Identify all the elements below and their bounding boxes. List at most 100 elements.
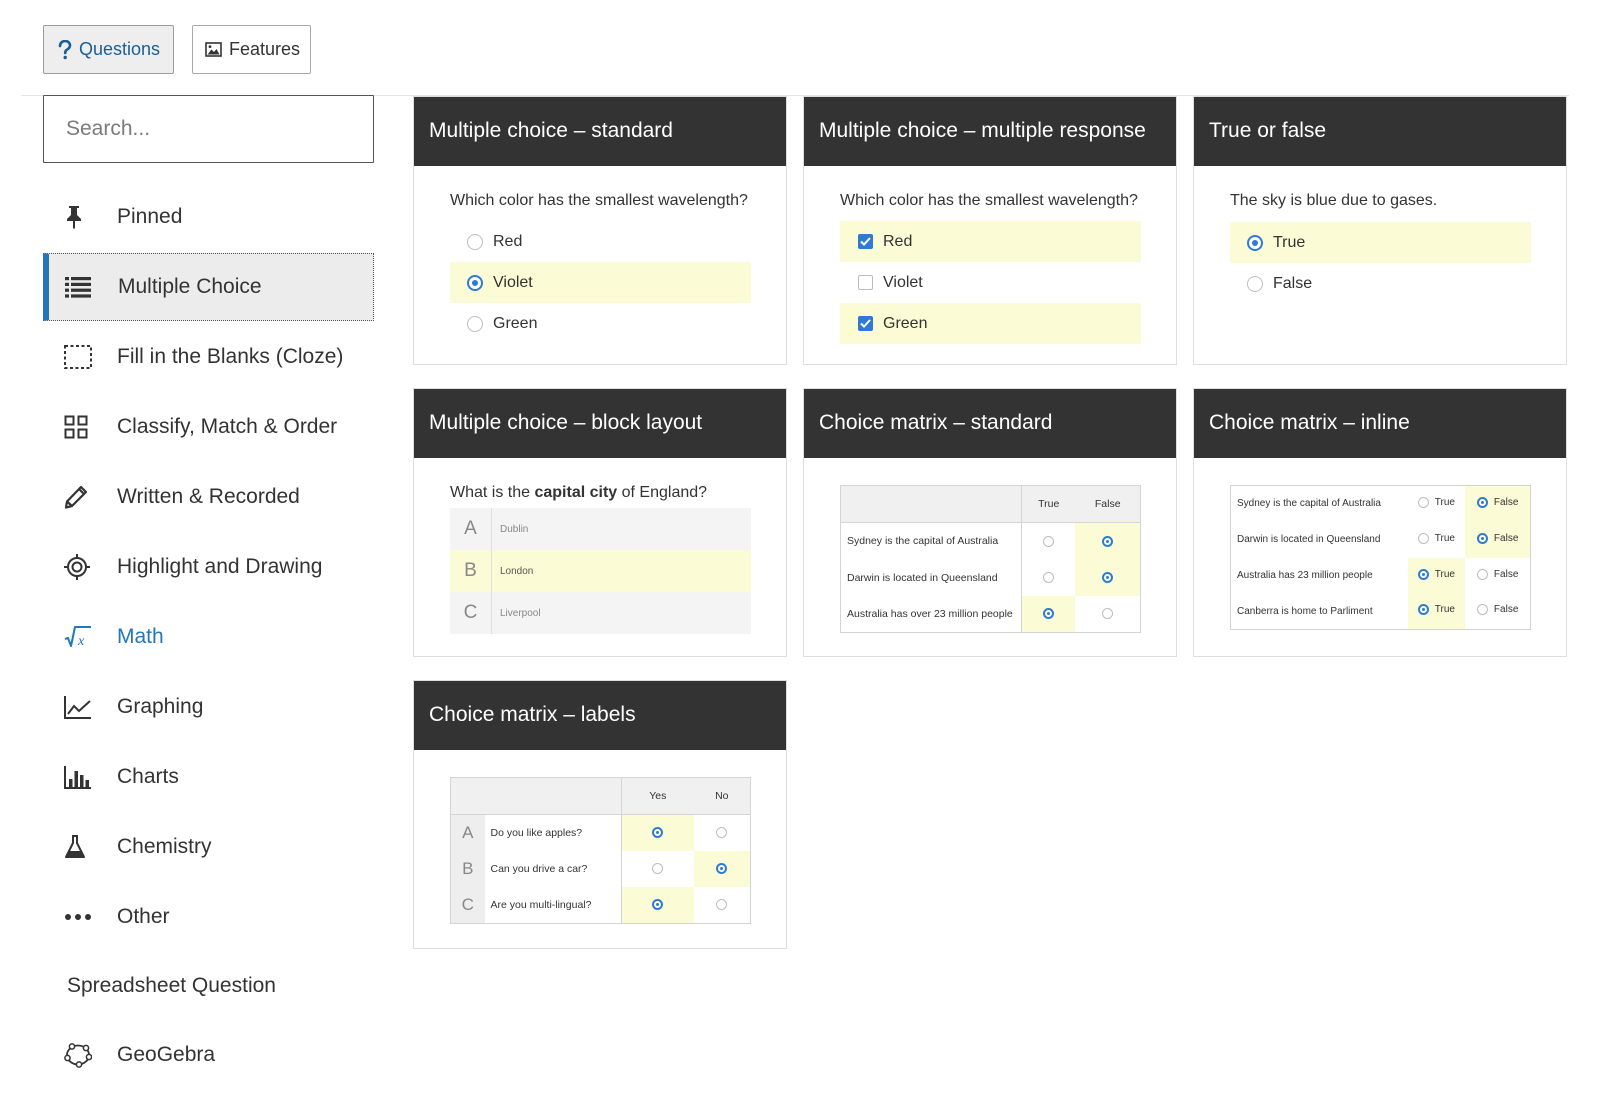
sidebar-item-label: Pinned <box>117 205 183 228</box>
card-mc-standard[interactable]: Multiple choice – standard Which color h… <box>413 96 787 365</box>
radio-selected-icon <box>1102 535 1114 547</box>
sidebar-item-label: Charts <box>117 765 179 788</box>
radio-icon <box>467 315 483 332</box>
card-choice-matrix-labels[interactable]: Choice matrix – labels Yes No A Do you l… <box>413 680 787 949</box>
matrix-cell[interactable] <box>1075 522 1141 560</box>
option-label: False <box>1493 532 1519 544</box>
table-row: C Are you multi-lingual? <box>450 886 751 924</box>
matrix-cell[interactable] <box>1022 523 1076 560</box>
option-false[interactable]: False <box>1230 263 1531 304</box>
radio-icon <box>1043 572 1055 584</box>
option-letter: A <box>450 508 492 550</box>
option-label: Red <box>493 232 523 250</box>
sidebar-item-other[interactable]: Other <box>43 883 374 951</box>
search-input[interactable] <box>43 95 374 163</box>
sidebar-item-pinned[interactable]: Pinned <box>43 183 374 251</box>
matrix-cell[interactable]: False <box>1465 521 1531 558</box>
features-tab-label: Features <box>229 39 301 59</box>
card-mc-multiple-response[interactable]: Multiple choice – multiple response Whic… <box>803 96 1177 365</box>
sidebar-item-graphing[interactable]: Graphing <box>43 673 374 741</box>
sidebar-item-label: Other <box>117 905 170 928</box>
matrix-column-header: Yes <box>649 790 667 802</box>
matrix-table: Sydney is the capital of Australia True … <box>1230 485 1531 630</box>
matrix-cell[interactable]: False <box>1465 558 1530 594</box>
card-mc-block-layout[interactable]: Multiple choice – block layout What is t… <box>413 388 787 657</box>
block-option-a[interactable]: A Dublin <box>450 508 751 550</box>
matrix-cell[interactable]: True <box>1407 557 1466 594</box>
matrix-statement: Sydney is the capital of Australia <box>840 522 1022 560</box>
sidebar-item-written-recorded[interactable]: Written & Recorded <box>43 463 374 531</box>
sidebar-item-label: Math <box>117 625 164 648</box>
matrix-statement: Do you like apples? <box>484 814 622 851</box>
matrix-cell[interactable] <box>1022 560 1076 596</box>
sidebar-item-charts[interactable]: Charts <box>43 743 374 811</box>
option-violet[interactable]: Violet <box>450 262 751 303</box>
matrix-cell[interactable] <box>1075 559 1141 596</box>
matrix-cell[interactable] <box>621 814 694 851</box>
card-choice-matrix-inline[interactable]: Choice matrix – inline Sydney is the cap… <box>1193 388 1567 657</box>
option-label: False <box>1493 604 1519 616</box>
card-choice-matrix-standard[interactable]: Choice matrix – standard True False Sydn… <box>803 388 1177 657</box>
table-row: B Can you drive a car? <box>450 850 751 887</box>
sidebar-item-label: Graphing <box>117 695 204 718</box>
card-true-false[interactable]: True or false The sky is blue due to gas… <box>1193 96 1567 365</box>
option-label: True <box>1434 532 1455 544</box>
sidebar-item-multiple-choice[interactable]: Multiple Choice <box>43 253 374 321</box>
matrix-cell[interactable] <box>621 886 694 924</box>
sidebar-item-spreadsheet-question[interactable]: Spreadsheet Question <box>43 952 374 1020</box>
sidebar-item-fill-in-the-blanks[interactable]: Fill in the Blanks (Cloze) <box>43 323 374 391</box>
sidebar-item-chemistry[interactable]: Chemistry <box>43 813 374 881</box>
option-label: False <box>1273 274 1313 292</box>
matrix-cell[interactable] <box>694 815 751 851</box>
grid-icon <box>64 415 110 439</box>
features-tab-button[interactable]: Features <box>192 25 311 74</box>
matrix-cell[interactable]: True <box>1408 486 1466 522</box>
sidebar-item-label: Classify, Match & Order <box>117 415 338 438</box>
matrix-cell[interactable]: False <box>1465 594 1530 630</box>
sidebar-item-math[interactable]: x Math <box>43 603 374 671</box>
matrix-column-header: True <box>1038 498 1060 510</box>
option-green[interactable]: Green <box>450 303 751 344</box>
table-row: A Do you like apples? <box>450 814 751 851</box>
matrix-header-blank <box>840 485 1022 523</box>
sidebar-item-label: Fill in the Blanks (Cloze) <box>117 345 344 368</box>
option-green[interactable]: Green <box>840 303 1141 344</box>
sidebar-item-label: Spreadsheet Question <box>67 974 276 997</box>
sidebar-item-classify-match-order[interactable]: Classify, Match & Order <box>43 393 374 461</box>
card-title: Multiple choice – standard <box>414 97 786 166</box>
card-title: Choice matrix – inline <box>1194 389 1566 458</box>
matrix-cell[interactable] <box>694 887 751 924</box>
geogebra-icon <box>64 1042 110 1068</box>
matrix-header-blank <box>451 778 485 815</box>
sidebar-item-geogebra[interactable]: GeoGebra <box>43 1021 374 1089</box>
matrix-cell[interactable]: True <box>1408 522 1466 558</box>
matrix-cell[interactable] <box>1075 596 1140 633</box>
matrix-statement: Australia has over 23 million people <box>840 595 1022 633</box>
option-label: Green <box>493 314 538 332</box>
radio-selected-icon <box>1247 234 1263 251</box>
image-icon <box>205 42 222 57</box>
option-red[interactable]: Red <box>840 221 1141 262</box>
option-red[interactable]: Red <box>450 221 751 262</box>
dotted-box-icon <box>64 345 110 369</box>
card-title: Choice matrix – labels <box>414 681 786 750</box>
flask-icon <box>64 835 110 859</box>
radio-icon <box>1102 608 1114 620</box>
block-option-c[interactable]: C Liverpool <box>450 592 751 634</box>
option-true[interactable]: True <box>1230 222 1531 263</box>
option-violet[interactable]: Violet <box>840 262 1141 303</box>
matrix-column-header: No <box>715 790 729 802</box>
matrix-cell[interactable]: False <box>1465 485 1531 522</box>
sidebar-item-highlight-drawing[interactable]: Highlight and Drawing <box>43 533 374 601</box>
question-text: What is the capital city of England? <box>450 484 707 502</box>
question-text-part: What is the <box>450 484 535 501</box>
questions-tab-button[interactable]: Questions <box>43 25 174 74</box>
matrix-cell[interactable] <box>622 851 694 887</box>
radio-icon <box>1476 604 1488 616</box>
block-option-b[interactable]: B London <box>450 550 751 592</box>
matrix-cell[interactable] <box>693 850 751 887</box>
matrix-cell[interactable]: True <box>1407 593 1466 630</box>
matrix-cell[interactable] <box>1021 595 1076 633</box>
list-icon <box>65 276 111 298</box>
radio-selected-icon <box>1476 532 1488 544</box>
